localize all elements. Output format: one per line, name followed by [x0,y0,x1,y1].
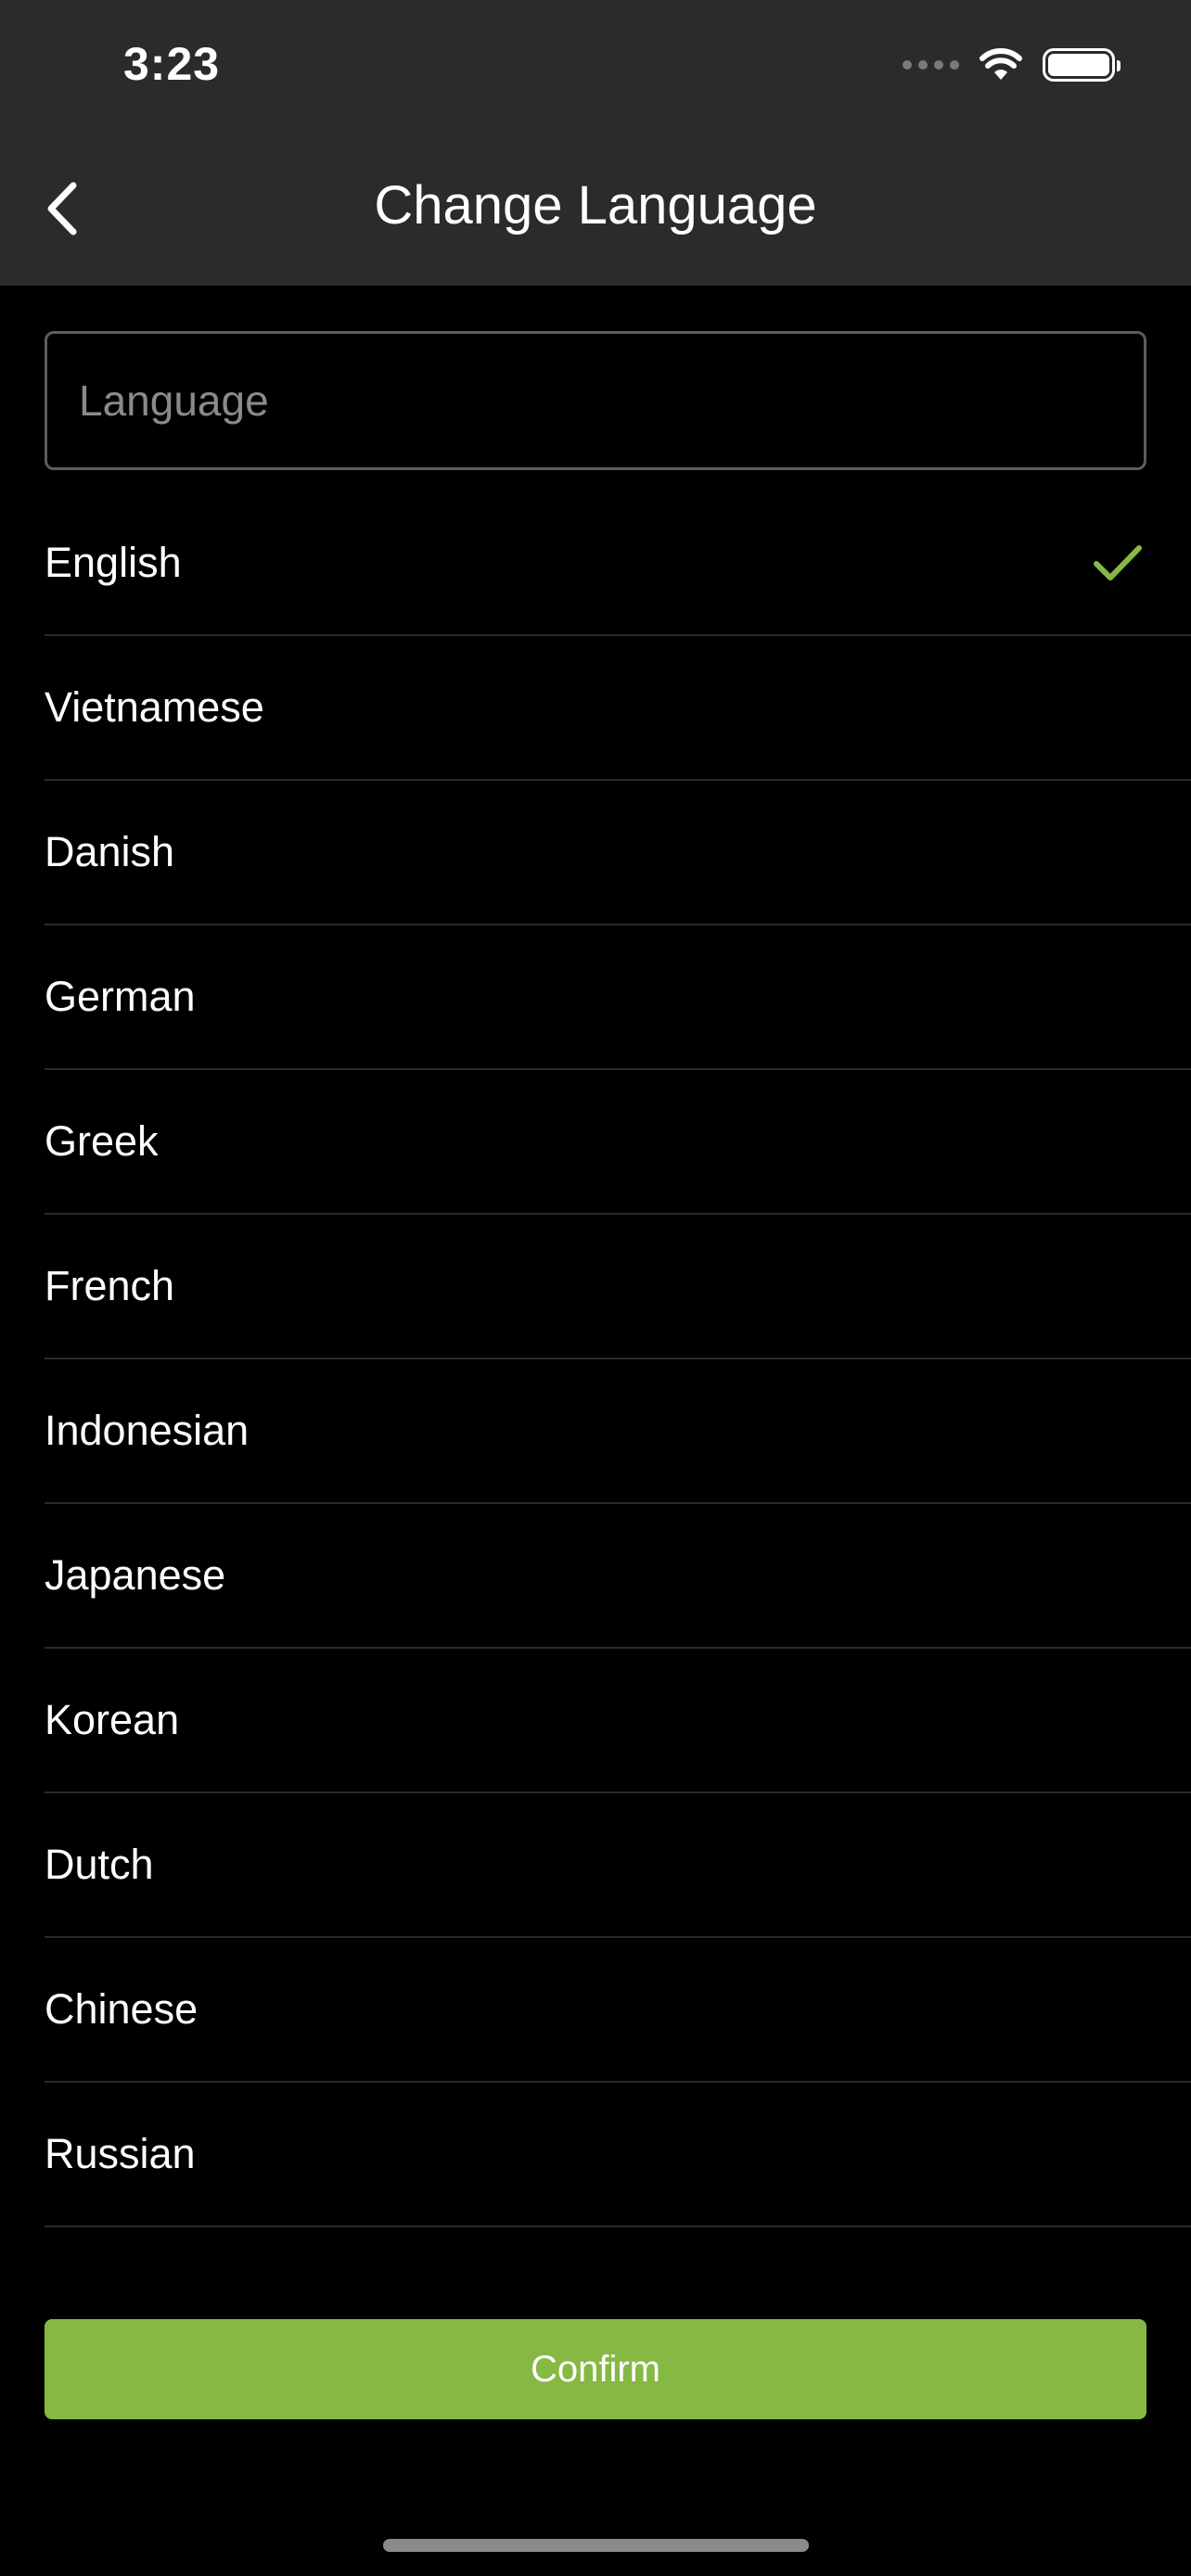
checkmark-icon [1093,543,1143,582]
language-search-field[interactable] [45,331,1146,470]
language-option-label: Danish [45,828,175,875]
language-option-label: Greek [45,1117,159,1165]
language-option[interactable]: Dutch [45,1793,1191,1938]
status-icons [903,48,1121,82]
wifi-icon [980,48,1022,80]
battery-icon [1043,48,1121,82]
language-option[interactable]: Indonesian [45,1359,1191,1504]
language-option-label: French [45,1262,175,1309]
language-option[interactable]: Danish [45,781,1191,925]
confirm-button[interactable]: Confirm [45,2319,1146,2419]
language-option-label: German [45,973,196,1020]
language-option[interactable]: German [45,925,1191,1070]
language-option[interactable]: French [45,1215,1191,1359]
language-option-label: Dutch [45,1841,154,1888]
language-option-label: Korean [45,1696,180,1743]
page-title: Change Language [374,175,817,236]
language-option-label: Indonesian [45,1407,250,1454]
language-option-label: Chinese [45,1985,198,2033]
language-option[interactable]: Chinese [45,1938,1191,2083]
top-bar: 3:23 Change Language [0,0,1191,286]
language-option[interactable]: English [45,491,1191,636]
language-option-label: Japanese [45,1551,226,1599]
language-option[interactable]: Greek [45,1070,1191,1215]
home-indicator [383,2539,809,2552]
language-option[interactable]: Japanese [45,1504,1191,1649]
language-option-label: Vietnamese [45,683,264,731]
status-time: 3:23 [123,38,221,90]
language-search-input[interactable] [47,334,1144,467]
language-option[interactable]: Korean [45,1649,1191,1793]
language-option[interactable]: Russian [45,2083,1191,2227]
cellular-signal-icon [903,60,959,70]
language-option-label: English [45,539,182,586]
language-option-label: Russian [45,2130,196,2177]
language-list: English Vietnamese Danish German Greek French… [45,491,1191,2227]
language-option[interactable]: Vietnamese [45,636,1191,781]
